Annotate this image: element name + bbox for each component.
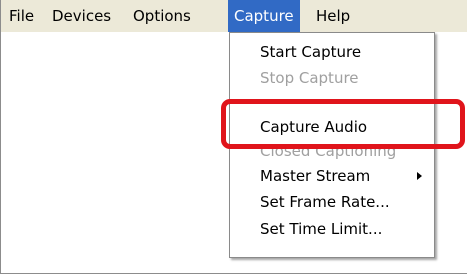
menu-item-set-frame-rate[interactable]: Set Frame Rate... (230, 190, 434, 214)
app-window: File Devices Options Capture Help Start … (0, 0, 467, 274)
menu-item-set-time-limit[interactable]: Set Time Limit... (230, 217, 434, 241)
menu-item-capture-audio[interactable]: Capture Audio (230, 115, 434, 139)
menu-options[interactable]: Options (127, 0, 197, 32)
menu-devices[interactable]: Devices (46, 0, 117, 32)
menu-separator (234, 103, 430, 105)
menu-item-start-capture[interactable]: Start Capture (230, 40, 434, 64)
menu-item-closed-captioning: Closed Captioning (260, 142, 397, 160)
menu-capture[interactable]: Capture (228, 0, 300, 32)
chevron-right-icon (417, 172, 422, 180)
capture-dropdown-menu: Start Capture Stop Capture Capture Audio… (229, 32, 435, 258)
menu-bar: File Devices Options Capture Help (1, 0, 467, 32)
menu-file[interactable]: File (3, 0, 40, 32)
menu-item-stop-capture: Stop Capture (260, 69, 359, 87)
menu-item-master-stream-label: Master Stream (260, 167, 371, 185)
menu-item-master-stream[interactable]: Master Stream (230, 164, 434, 188)
menu-help[interactable]: Help (310, 0, 356, 32)
